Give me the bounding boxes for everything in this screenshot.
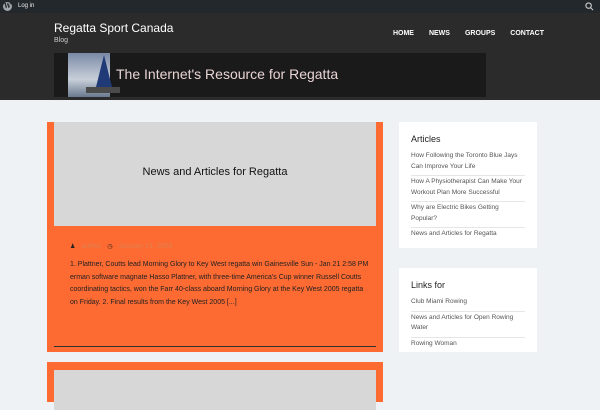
post-thumbnail[interactable]: News and Articles for Regatta bbox=[54, 122, 376, 226]
site-header: Regatta Sport Canada Blog HOME NEWS GROU… bbox=[0, 13, 600, 100]
post-title[interactable]: News and Articles for Regatta bbox=[54, 166, 376, 178]
article-link[interactable]: How A Physiotherapist Can Make Your Work… bbox=[411, 176, 525, 202]
hull-graphic bbox=[86, 87, 120, 93]
nav-home[interactable]: HOME bbox=[393, 30, 414, 37]
link-item[interactable]: Rowing Woman bbox=[411, 338, 525, 353]
post-thumbnail[interactable] bbox=[54, 370, 376, 410]
widget-title: Articles bbox=[411, 134, 441, 144]
wordpress-logo-icon[interactable]: W bbox=[3, 2, 12, 11]
login-link[interactable]: Log in bbox=[18, 3, 34, 9]
sail-graphic bbox=[96, 55, 112, 87]
nav-news[interactable]: NEWS bbox=[429, 30, 450, 37]
post-divider bbox=[54, 346, 376, 347]
banner-photo bbox=[68, 53, 120, 97]
admin-bar: W Log in bbox=[0, 0, 600, 13]
links-list: Club Miami Rowing News and Articles for … bbox=[411, 296, 525, 352]
post-date[interactable]: January 21, 2005 bbox=[119, 243, 173, 250]
post-card: News and Articles for Regatta ♟ author ◷… bbox=[47, 122, 383, 352]
user-icon: ♟ bbox=[70, 244, 76, 250]
site-title[interactable]: Regatta Sport Canada bbox=[54, 21, 173, 35]
search-icon[interactable] bbox=[585, 2, 594, 11]
banner-text: The Internet's Resource for Regatta bbox=[116, 66, 339, 82]
site-description: Blog bbox=[54, 37, 69, 44]
widget-title: Links for bbox=[411, 280, 446, 290]
header-banner[interactable]: The Internet's Resource for Regatta bbox=[54, 53, 486, 97]
main-navigation: HOME NEWS GROUPS CONTACT bbox=[393, 30, 544, 37]
article-link[interactable]: Why are Electric Bikes Getting Popular? bbox=[411, 202, 525, 228]
article-link[interactable]: News and Articles for Regatta bbox=[411, 228, 525, 243]
links-widget: Links for Club Miami Rowing News and Art… bbox=[399, 268, 537, 352]
articles-widget: Articles How Following the Toronto Blue … bbox=[399, 122, 537, 248]
post-excerpt: 1. Plattner, Coutts lead Morning Glory t… bbox=[70, 261, 369, 306]
article-link[interactable]: How Following the Toronto Blue Jays Can … bbox=[411, 150, 525, 176]
articles-list: How Following the Toronto Blue Jays Can … bbox=[411, 150, 525, 243]
nav-contact[interactable]: CONTACT bbox=[510, 30, 544, 37]
post-author[interactable]: author bbox=[81, 243, 101, 250]
post-meta: ♟ author ◷ January 21, 2005 bbox=[70, 243, 173, 250]
nav-groups[interactable]: GROUPS bbox=[465, 30, 495, 37]
link-item[interactable]: News and Articles for Open Rowing Water bbox=[411, 312, 525, 338]
clock-icon: ◷ bbox=[107, 244, 113, 250]
post-card bbox=[47, 362, 383, 410]
link-item[interactable]: Club Miami Rowing bbox=[411, 296, 525, 312]
